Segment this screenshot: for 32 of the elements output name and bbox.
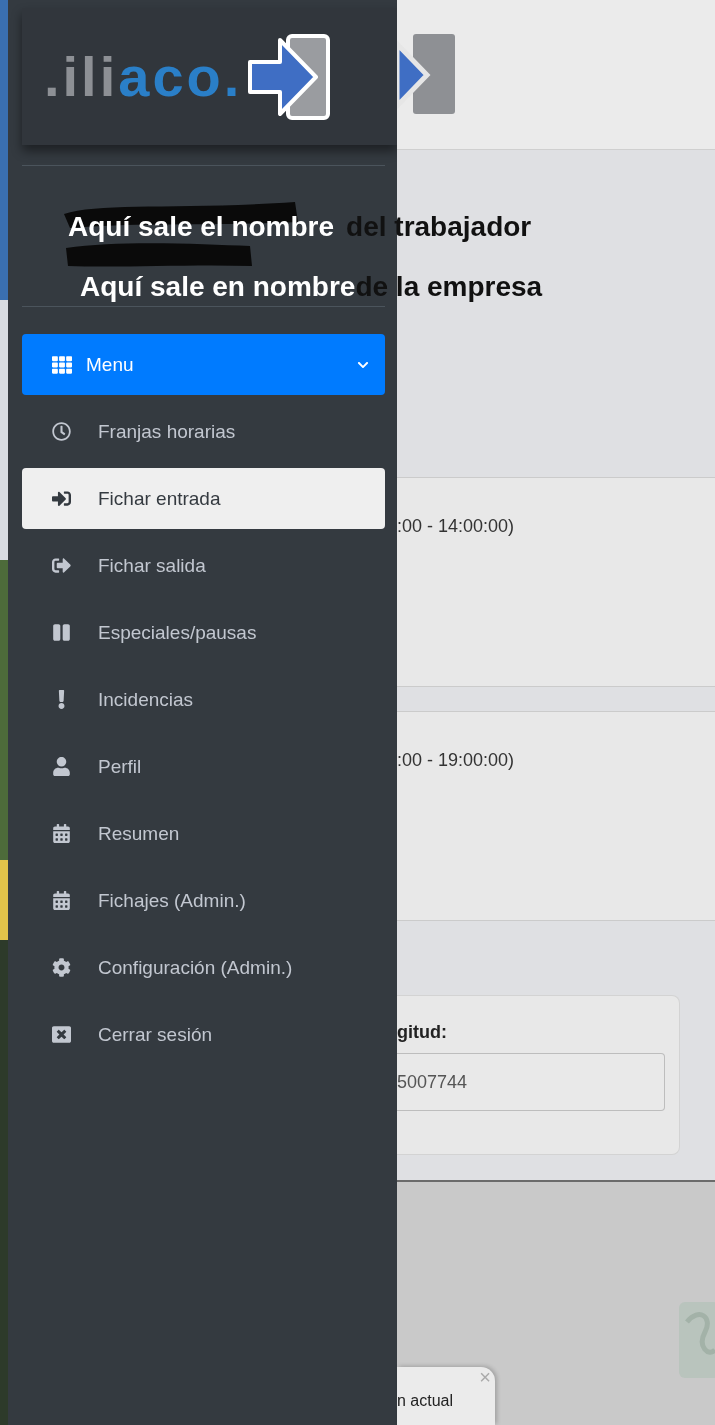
close-icon [52, 1025, 71, 1044]
menu-item[interactable]: Configuración (Admin.) [22, 937, 385, 998]
logo-icon [679, 1302, 715, 1378]
annotation-text: de la empresa [355, 271, 543, 303]
gear-icon [52, 958, 71, 977]
menu-item[interactable]: Cerrar sesión [22, 1004, 385, 1065]
logo-text: .iliaco. [44, 44, 243, 109]
user-icon [52, 757, 71, 776]
annotation-text: Aquí sale el nombre [68, 211, 335, 243]
calendar-icon [52, 824, 71, 843]
time-slot-text: :00 - 14:00:00) [397, 516, 515, 536]
clock-icon [52, 422, 71, 441]
sign-in-icon [52, 489, 71, 508]
menu-item[interactable]: Especiales/pausas [22, 602, 385, 663]
menu-item[interactable]: Perfil [22, 736, 385, 797]
sign-out-icon [52, 556, 71, 575]
arrow-logo-icon [246, 31, 333, 122]
menu-item[interactable]: Incidencias [22, 669, 385, 730]
menu-item[interactable]: Fichar salida [22, 535, 385, 596]
menu-item[interactable]: Resumen [22, 803, 385, 864]
menu-item[interactable]: Fichar entrada [22, 468, 385, 529]
menu-header[interactable]: Menu [22, 334, 385, 395]
menu-item[interactable]: Fichajes (Admin.) [22, 870, 385, 931]
grid-icon [52, 354, 72, 375]
pause-icon [52, 623, 71, 642]
input-field[interactable]: 5007744 [397, 1053, 665, 1111]
time-slot-text: :00 - 19:00:00) [397, 750, 515, 770]
menu-item[interactable]: Franjas horarias [22, 401, 385, 462]
calendar-icon [52, 891, 71, 910]
annotation-text: Aquí sale en nombre [80, 271, 356, 303]
toast-text: n actual [397, 1392, 454, 1410]
field-label: gitud: [397, 1022, 448, 1043]
